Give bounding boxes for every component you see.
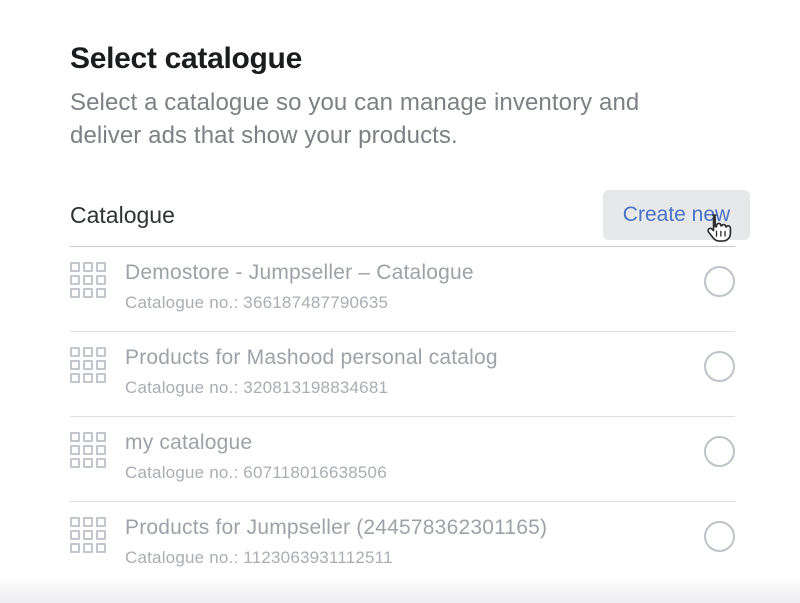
select-catalogue-dialog: Select catalogue Select a catalogue so y… (70, 0, 735, 587)
radio-unselected-icon[interactable] (704, 521, 735, 552)
catalogue-number: Catalogue no.: 366187487790635 (125, 291, 704, 314)
catalogue-name: Products for Mashood personal catalog (125, 343, 704, 372)
page-subtitle-line1: Select a catalogue so you can manage inv… (70, 86, 735, 119)
catalogue-list-header: Catalogue Create new (70, 184, 735, 247)
catalogue-row-my-catalogue[interactable]: my catalogue Catalogue no.: 607118016638… (70, 417, 735, 502)
catalogue-grid-icon (70, 262, 106, 331)
catalogue-grid-icon (70, 432, 106, 501)
create-new-button[interactable]: Create new (603, 190, 750, 240)
catalogue-row-text: my catalogue Catalogue no.: 607118016638… (125, 428, 704, 501)
page-title: Select catalogue (70, 40, 735, 78)
catalogue-row-text: Demostore - Jumpseller – Catalogue Catal… (125, 258, 704, 331)
catalogue-row-jumpseller[interactable]: Products for Jumpseller (244578362301165… (70, 502, 735, 587)
catalogue-row-text: Products for Jumpseller (244578362301165… (125, 513, 704, 587)
catalogue-number: Catalogue no.: 1123063931112511 (125, 546, 704, 569)
catalogue-grid-icon (70, 517, 106, 587)
catalogue-row-text: Products for Mashood personal catalog Ca… (125, 343, 704, 416)
catalogue-number: Catalogue no.: 320813198834681 (125, 376, 704, 399)
catalogue-number: Catalogue no.: 607118016638506 (125, 461, 704, 484)
catalogue-name: Demostore - Jumpseller – Catalogue (125, 258, 704, 287)
page-subtitle: Select a catalogue so you can manage inv… (70, 86, 735, 152)
catalogue-row-demostore[interactable]: Demostore - Jumpseller – Catalogue Catal… (70, 247, 735, 332)
page-subtitle-line2: deliver ads that show your products. (70, 119, 735, 152)
catalogue-column-label: Catalogue (70, 202, 175, 229)
catalogue-list: Demostore - Jumpseller – Catalogue Catal… (70, 247, 735, 587)
catalogue-grid-icon (70, 347, 106, 416)
radio-unselected-icon[interactable] (704, 266, 735, 297)
radio-unselected-icon[interactable] (704, 351, 735, 382)
catalogue-row-mashood[interactable]: Products for Mashood personal catalog Ca… (70, 332, 735, 417)
radio-unselected-icon[interactable] (704, 436, 735, 467)
catalogue-name: Products for Jumpseller (244578362301165… (125, 513, 704, 542)
catalogue-name: my catalogue (125, 428, 704, 457)
